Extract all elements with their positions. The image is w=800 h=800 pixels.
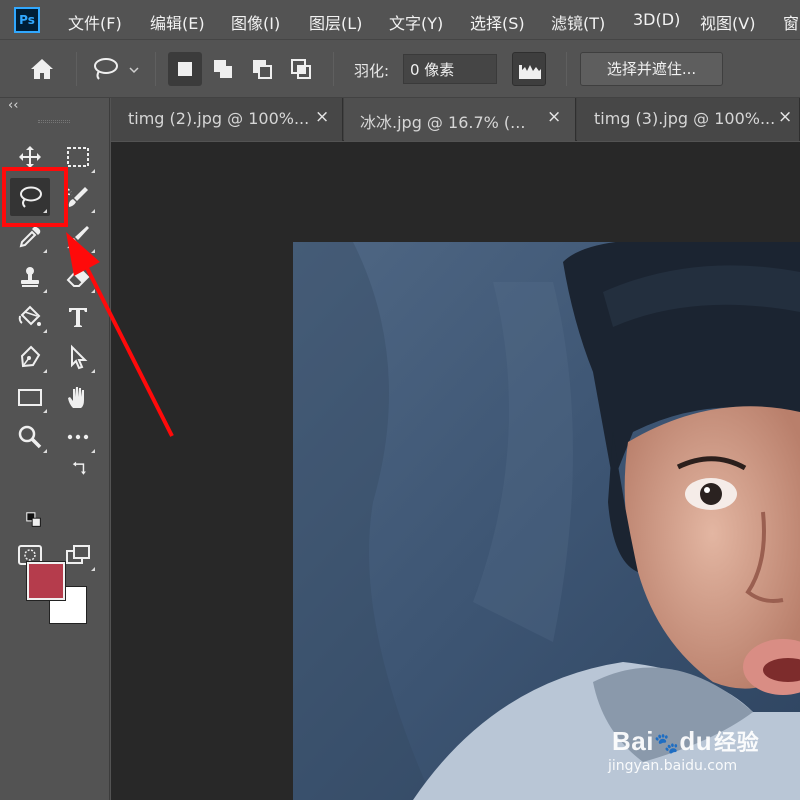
tab-label: timg (3).jpg @ 100%...: [594, 109, 776, 128]
screen-mode-icon: [66, 545, 90, 564]
intersect-selection-icon: [291, 59, 311, 79]
paw-icon: 🐾: [653, 733, 680, 755]
watermark-url: jingyan.baidu.com: [608, 758, 738, 774]
options-separator: [333, 52, 334, 86]
menu-view[interactable]: 视图(V): [700, 10, 755, 34]
subtract-from-selection-button[interactable]: [245, 52, 279, 86]
menu-layer[interactable]: 图层(L): [309, 10, 362, 34]
feather-input[interactable]: 0 像素: [403, 54, 497, 84]
swap-colors-button[interactable]: [70, 458, 92, 480]
menu-filter[interactable]: 滤镜(T): [551, 10, 605, 34]
menu-3d[interactable]: 3D(D): [633, 10, 680, 29]
document-image[interactable]: [293, 242, 800, 800]
options-separator: [566, 52, 567, 86]
document-tabs: timg (2).jpg @ 100%... × 冰冰.jpg @ 16.7% …: [111, 98, 800, 141]
foreground-color-swatch[interactable]: [26, 561, 66, 601]
tab-close-icon[interactable]: ×: [778, 107, 792, 127]
watermark-brand: Bai🐾du经验: [612, 726, 760, 756]
menu-select[interactable]: 选择(S): [470, 10, 525, 34]
tab-close-icon[interactable]: ×: [315, 107, 329, 127]
menu-type[interactable]: 文字(Y): [389, 10, 443, 34]
add-selection-icon: [214, 60, 232, 78]
intersect-selection-button[interactable]: [284, 52, 318, 86]
default-colors-button[interactable]: [24, 510, 44, 530]
menu-window[interactable]: 窗: [783, 10, 799, 34]
select-and-mask-button[interactable]: 选择并遮住...: [580, 52, 723, 86]
subtract-selection-icon: [253, 60, 272, 79]
default-colors-icon: [26, 512, 41, 527]
menu-image[interactable]: 图像(I): [231, 10, 280, 34]
photo-illustration: [293, 242, 800, 800]
anti-alias-icon: [519, 65, 541, 79]
anti-alias-toggle[interactable]: [512, 52, 546, 86]
tab-close-icon[interactable]: ×: [547, 107, 561, 127]
feather-label: 羽化:: [354, 62, 390, 80]
tab-label: 冰冰.jpg @ 16.7% (...: [360, 113, 526, 132]
baidu-watermark: Bai🐾du经验 jingyan.baidu.com: [608, 725, 760, 774]
swap-arrows-icon: [72, 461, 86, 475]
tab-bingbing[interactable]: 冰冰.jpg @ 16.7% (... ×: [344, 98, 576, 141]
add-to-selection-button[interactable]: [206, 52, 240, 86]
annotation-arrow: [66, 232, 174, 437]
tab-timg-3[interactable]: timg (3).jpg @ 100%... ×: [577, 98, 800, 141]
